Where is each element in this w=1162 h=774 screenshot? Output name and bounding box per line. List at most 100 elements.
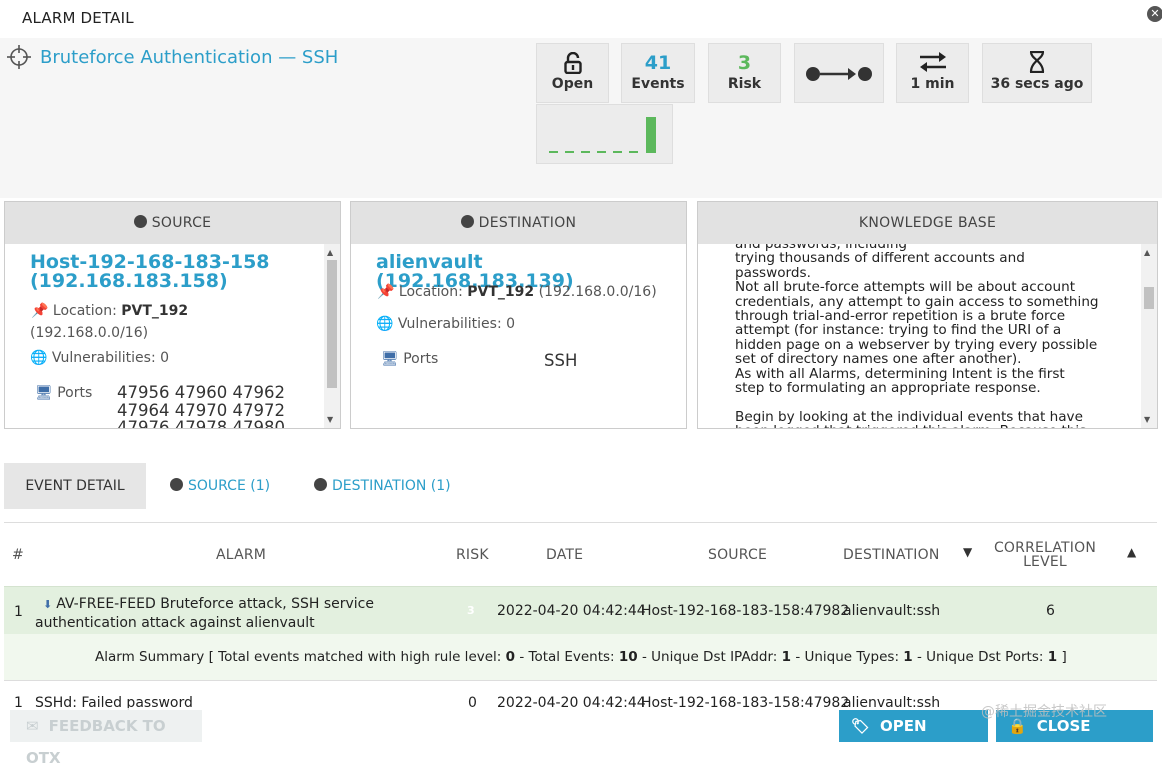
open-ticket-button[interactable]: 🏷 OPEN TICKET [839, 710, 988, 767]
scroll-down-icon[interactable]: ▼ [327, 415, 333, 424]
alarm-title: Bruteforce Authentication — SSH [6, 44, 338, 70]
row-source: Host-192-168-183-158:47982 [641, 603, 850, 619]
risk-value: 3 [737, 52, 752, 74]
swap-arrows-icon [919, 52, 946, 72]
detail-tabs: EVENT DETAIL SOURCE (1) DESTINATION (1) [4, 463, 1157, 509]
kb-line: been logged that triggered this alarm. B… [735, 424, 1110, 428]
pin-icon: 📌 [377, 284, 395, 300]
col-correlation[interactable]: CORRELATION LEVEL [991, 541, 1099, 569]
source-ports-label: 🖥 Ports [35, 385, 92, 401]
tabs-divider [4, 522, 1157, 523]
destination-dot-icon [314, 478, 327, 491]
col-source[interactable]: SOURCE [708, 547, 767, 563]
source-vuln-label: Vulnerabilities: [51, 350, 156, 366]
duration-tile: 1 min [896, 43, 969, 103]
destination-dot-icon [460, 215, 474, 228]
close-icon[interactable]: ✕ [1147, 6, 1162, 22]
summary-value: 1 [903, 649, 913, 665]
duration-label: 1 min [910, 76, 955, 92]
sort-asc-icon[interactable]: ▲ [1127, 545, 1136, 559]
alarm-name: Bruteforce Authentication — SSH [40, 46, 339, 68]
source-panel-header: SOURCE [5, 202, 340, 244]
scroll-up-icon[interactable]: ▲ [1144, 248, 1150, 257]
summary-value: 10 [618, 649, 638, 665]
row-num: 1 [14, 604, 23, 620]
dialog-titlebar: ALARM DETAIL ✕ [0, 0, 1162, 38]
source-ports-list: 47956 47960 47962 47964 47970 47972 4797… [117, 384, 317, 428]
source-host[interactable]: Host-192-168-183-158 (192.168.183.158) [30, 253, 270, 291]
row-alarm: ⬇ AV-FREE-FEED Bruteforce attack, SSH ser… [35, 595, 374, 632]
row-risk: 3 [467, 604, 475, 617]
source-dot-icon [133, 215, 147, 228]
source-location-net: (192.168.0.0/16) [30, 325, 149, 341]
elapsed-tile: 36 secs ago [982, 43, 1092, 103]
watermark: @稀土掘金技术社区 [981, 704, 1107, 720]
dialog-title: ALARM DETAIL [22, 9, 134, 27]
feedback-to-otx-button[interactable]: ✉ FEEDBACK TO OTX [10, 710, 202, 767]
kb-line: set of directory names one after another… [735, 351, 1022, 368]
scroll-up-icon[interactable]: ▲ [327, 248, 333, 257]
kb-line: passwords. [735, 264, 811, 281]
events-label: Events [631, 76, 685, 92]
feedback-icon: ✉ [26, 717, 39, 735]
kb-line: credentials, any attempt to gain access … [735, 293, 1099, 310]
summary-text: - Unique Dst IPAddr: [641, 649, 778, 665]
row-alarm-line: authentication attack against alienvault [35, 615, 315, 631]
source-vulnerabilities: 🌐 Vulnerabilities: 0 [30, 350, 169, 366]
summary-text: - Unique Types: [795, 649, 899, 665]
tab-destination-label: DESTINATION (1) [332, 478, 451, 494]
destination-header-label: DESTINATION [478, 215, 577, 231]
summary-value: 1 [1047, 649, 1058, 665]
sort-desc-icon[interactable]: ▼ [963, 545, 972, 559]
source-to-destination-icon [806, 67, 872, 81]
summary-text: ] [1061, 649, 1067, 665]
destination-vuln-label: Vulnerabilities: [397, 316, 502, 332]
col-correlation-line: LEVEL [1023, 554, 1067, 570]
scroll-down-icon[interactable]: ▼ [1144, 415, 1150, 424]
destination-vuln-value: 0 [506, 316, 516, 332]
kb-line: hidden page on a webserver by trying eve… [735, 336, 1098, 353]
tab-destination[interactable]: DESTINATION (1) [314, 463, 451, 509]
destination-location-label: Location: [398, 284, 463, 300]
kb-line: As with all Alarms, determining Intent i… [735, 365, 1065, 382]
tab-source[interactable]: SOURCE (1) [170, 463, 270, 509]
table-row[interactable]: 1 ⬇ AV-FREE-FEED Bruteforce attack, SSH s… [4, 586, 1157, 634]
source-header-label: SOURCE [151, 215, 212, 231]
risk-tile: 3 Risk [708, 43, 781, 103]
event-icon: ⬇ [43, 598, 53, 611]
kb-line [735, 395, 1110, 409]
destination-ports-label: 🖥 Ports [381, 351, 438, 367]
source-location-value: PVT_192 [121, 303, 189, 319]
col-num[interactable]: # [12, 547, 24, 563]
destination-vulnerabilities: 🌐 Vulnerabilities: 0 [376, 316, 515, 332]
kb-line: through trial-and-error repetition is a … [735, 308, 1066, 325]
pin-icon: 📌 [31, 303, 49, 319]
source-ports-line: 47976 47978 47980 [117, 418, 285, 428]
col-destination[interactable]: DESTINATION [843, 547, 940, 563]
destination-panel-header: DESTINATION [351, 202, 686, 244]
source-dot-icon [170, 478, 183, 491]
kb-line: Not all brute-force attempts will be abo… [735, 279, 1076, 296]
events-count: 41 [644, 52, 672, 74]
kb-scroll-thumb[interactable] [1144, 287, 1154, 309]
col-alarm[interactable]: ALARM [216, 547, 266, 563]
source-ports-text: Ports [57, 385, 93, 401]
tab-event-detail[interactable]: EVENT DETAIL [4, 463, 146, 509]
row-correlation: 6 [1046, 603, 1055, 619]
tag-icon: 🏷 [851, 717, 871, 735]
source-vuln-value: 0 [160, 350, 170, 366]
summary-value: 0 [505, 649, 516, 665]
summary-text: - Unique Dst Ports: [917, 649, 1044, 665]
knowledge-base-header: KNOWLEDGE BASE [698, 202, 1157, 244]
kb-line: trying thousands of different accounts a… [735, 250, 1025, 267]
source-ports-line: 47964 47970 47972 [117, 400, 285, 420]
source-ports-line: 47956 47960 47962 [117, 384, 285, 402]
col-risk[interactable]: RISK [456, 547, 489, 563]
source-scrollbar[interactable]: ▲ ▼ [324, 244, 340, 428]
kb-scrollbar[interactable]: ▲ ▼ [1141, 244, 1157, 428]
col-date[interactable]: DATE [546, 547, 583, 563]
events-tile[interactable]: 41 Events [621, 43, 695, 103]
destination-location-value: PVT_192 [467, 284, 535, 300]
row-destination: alienvault:ssh [843, 603, 941, 619]
source-scroll-thumb[interactable] [327, 260, 337, 388]
